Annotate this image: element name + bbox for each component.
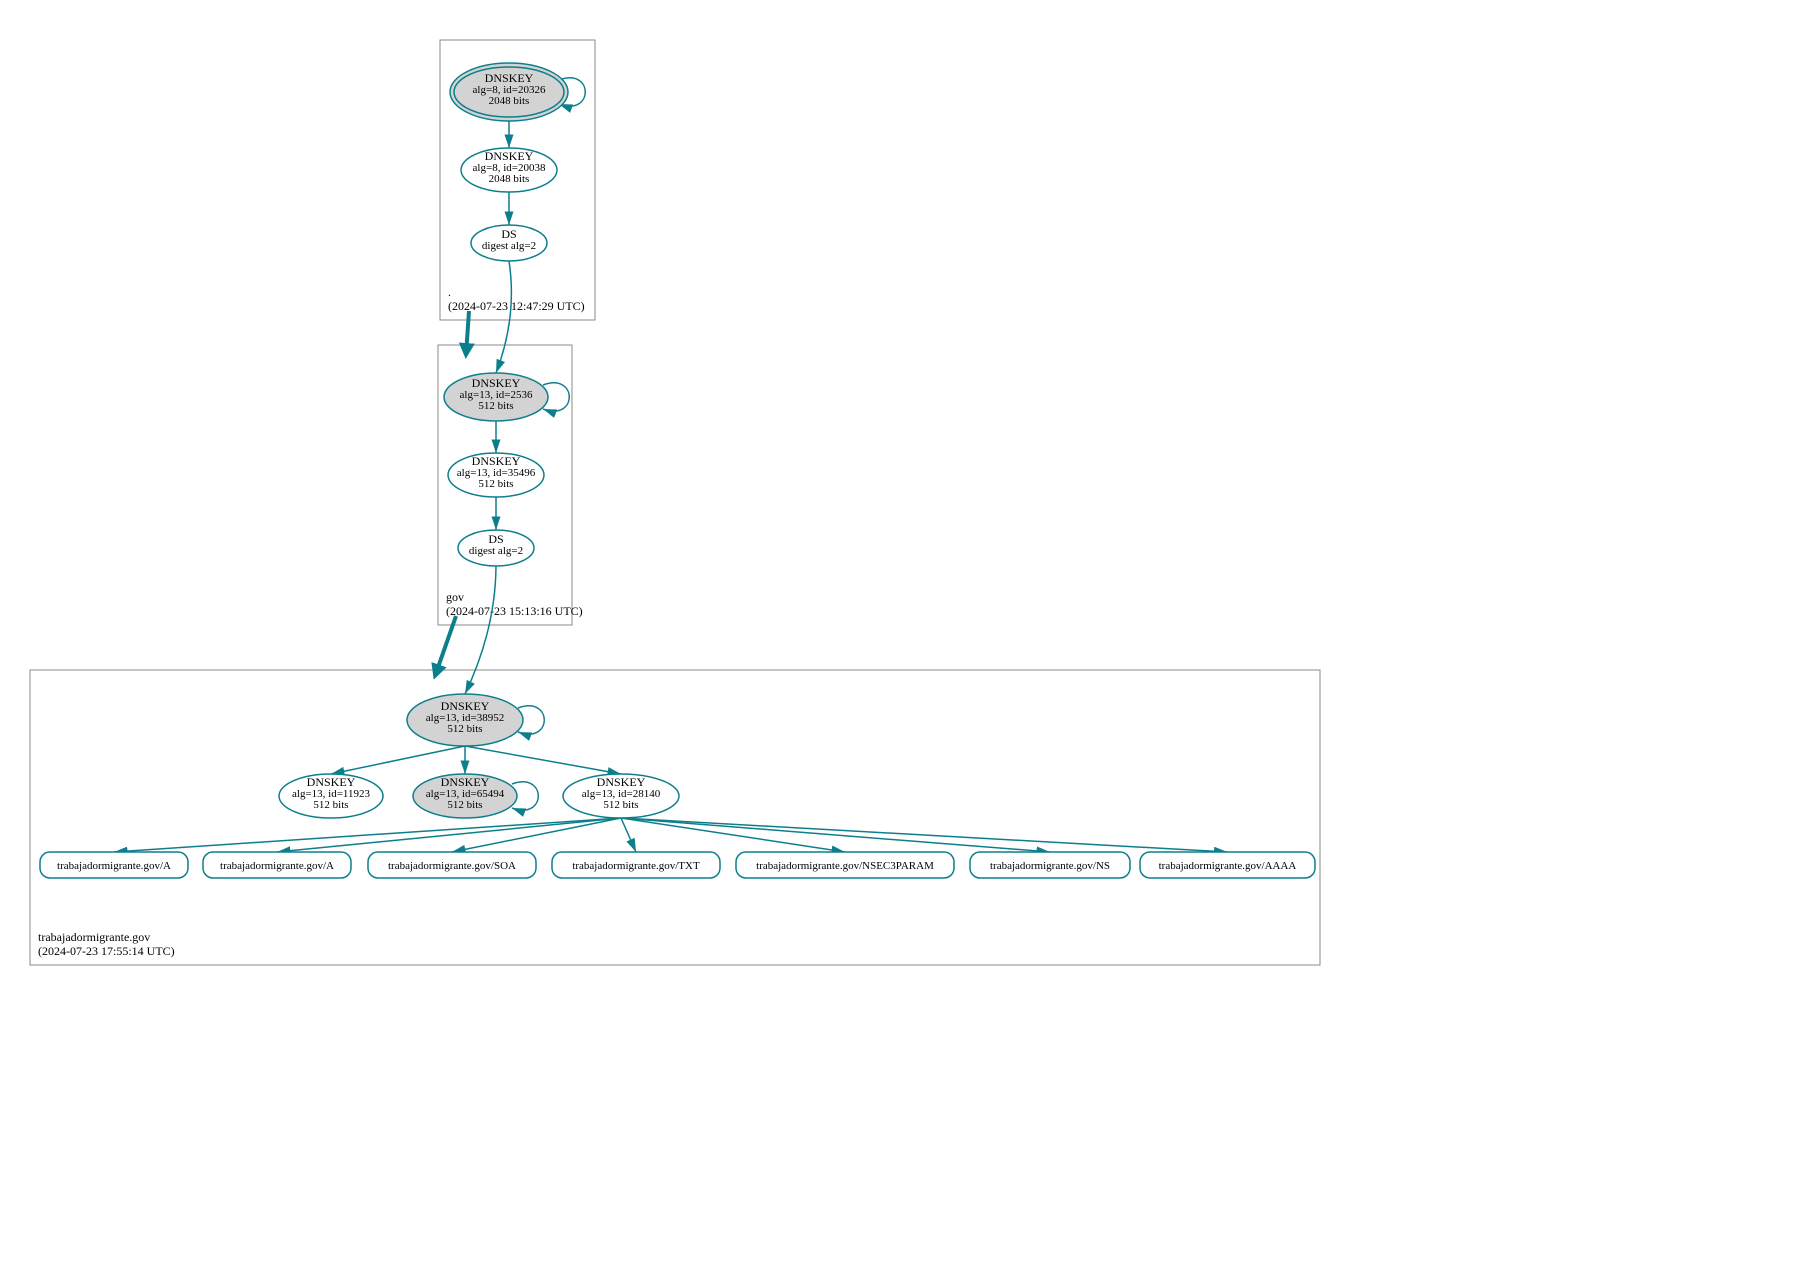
node-label: 512 bits: [603, 799, 638, 811]
zone-timestamp: (2024-07-23 17:55:14 UTC): [38, 944, 175, 958]
node-label: DNSKEY: [472, 454, 521, 468]
rrset-label: trabajadormigrante.gov/AAAA: [1159, 860, 1297, 872]
node-label: DNSKEY: [597, 775, 646, 789]
node-label: digest alg=2: [482, 240, 536, 252]
rrset-label: trabajadormigrante.gov/A: [220, 860, 334, 872]
node-label: DS: [488, 532, 503, 546]
node-label: DNSKEY: [441, 699, 490, 713]
zone-box: [30, 670, 1320, 965]
node-label: 512 bits: [478, 400, 513, 412]
signature-edge: [621, 818, 1050, 852]
rrset-label: trabajadormigrante.gov/TXT: [572, 860, 700, 872]
signature-edge: [621, 818, 1228, 852]
node-label: DS: [501, 227, 516, 241]
node-label: DNSKEY: [485, 71, 534, 85]
node-label: DNSKEY: [485, 149, 534, 163]
zone-name: .: [448, 285, 451, 299]
rrset-label: trabajadormigrante.gov/NS: [990, 860, 1110, 872]
node-label: 512 bits: [447, 723, 482, 735]
dnssec-chain-diagram: .(2024-07-23 12:47:29 UTC)gov(2024-07-23…: [20, 20, 1330, 980]
rrset-label: trabajadormigrante.gov/A: [57, 860, 171, 872]
rrset-label: trabajadormigrante.gov/SOA: [388, 860, 516, 872]
signature-edge: [331, 746, 465, 774]
node-label: 2048 bits: [489, 173, 530, 185]
zone-name: trabajadormigrante.gov: [38, 930, 150, 944]
node-label: 512 bits: [447, 799, 482, 811]
signature-edge: [114, 818, 621, 852]
zone-name: gov: [446, 590, 464, 604]
node-label: DNSKEY: [472, 376, 521, 390]
zone-delegation-edge: [466, 311, 469, 355]
rrset-label: trabajadormigrante.gov/NSEC3PARAM: [756, 860, 934, 872]
zone-timestamp: (2024-07-23 12:47:29 UTC): [448, 299, 585, 313]
node-label: digest alg=2: [469, 545, 523, 557]
node-label: 512 bits: [313, 799, 348, 811]
node-label: DNSKEY: [307, 775, 356, 789]
zone-timestamp: (2024-07-23 15:13:16 UTC): [446, 604, 583, 618]
signature-edge: [621, 818, 845, 852]
signature-edge: [465, 566, 496, 694]
signature-edge: [277, 818, 621, 852]
node-label: DNSKEY: [441, 775, 490, 789]
node-label: 512 bits: [478, 478, 513, 490]
signature-edge: [621, 818, 636, 852]
signature-edge: [496, 261, 511, 373]
signature-edge: [465, 746, 621, 774]
node-label: 2048 bits: [489, 95, 530, 107]
